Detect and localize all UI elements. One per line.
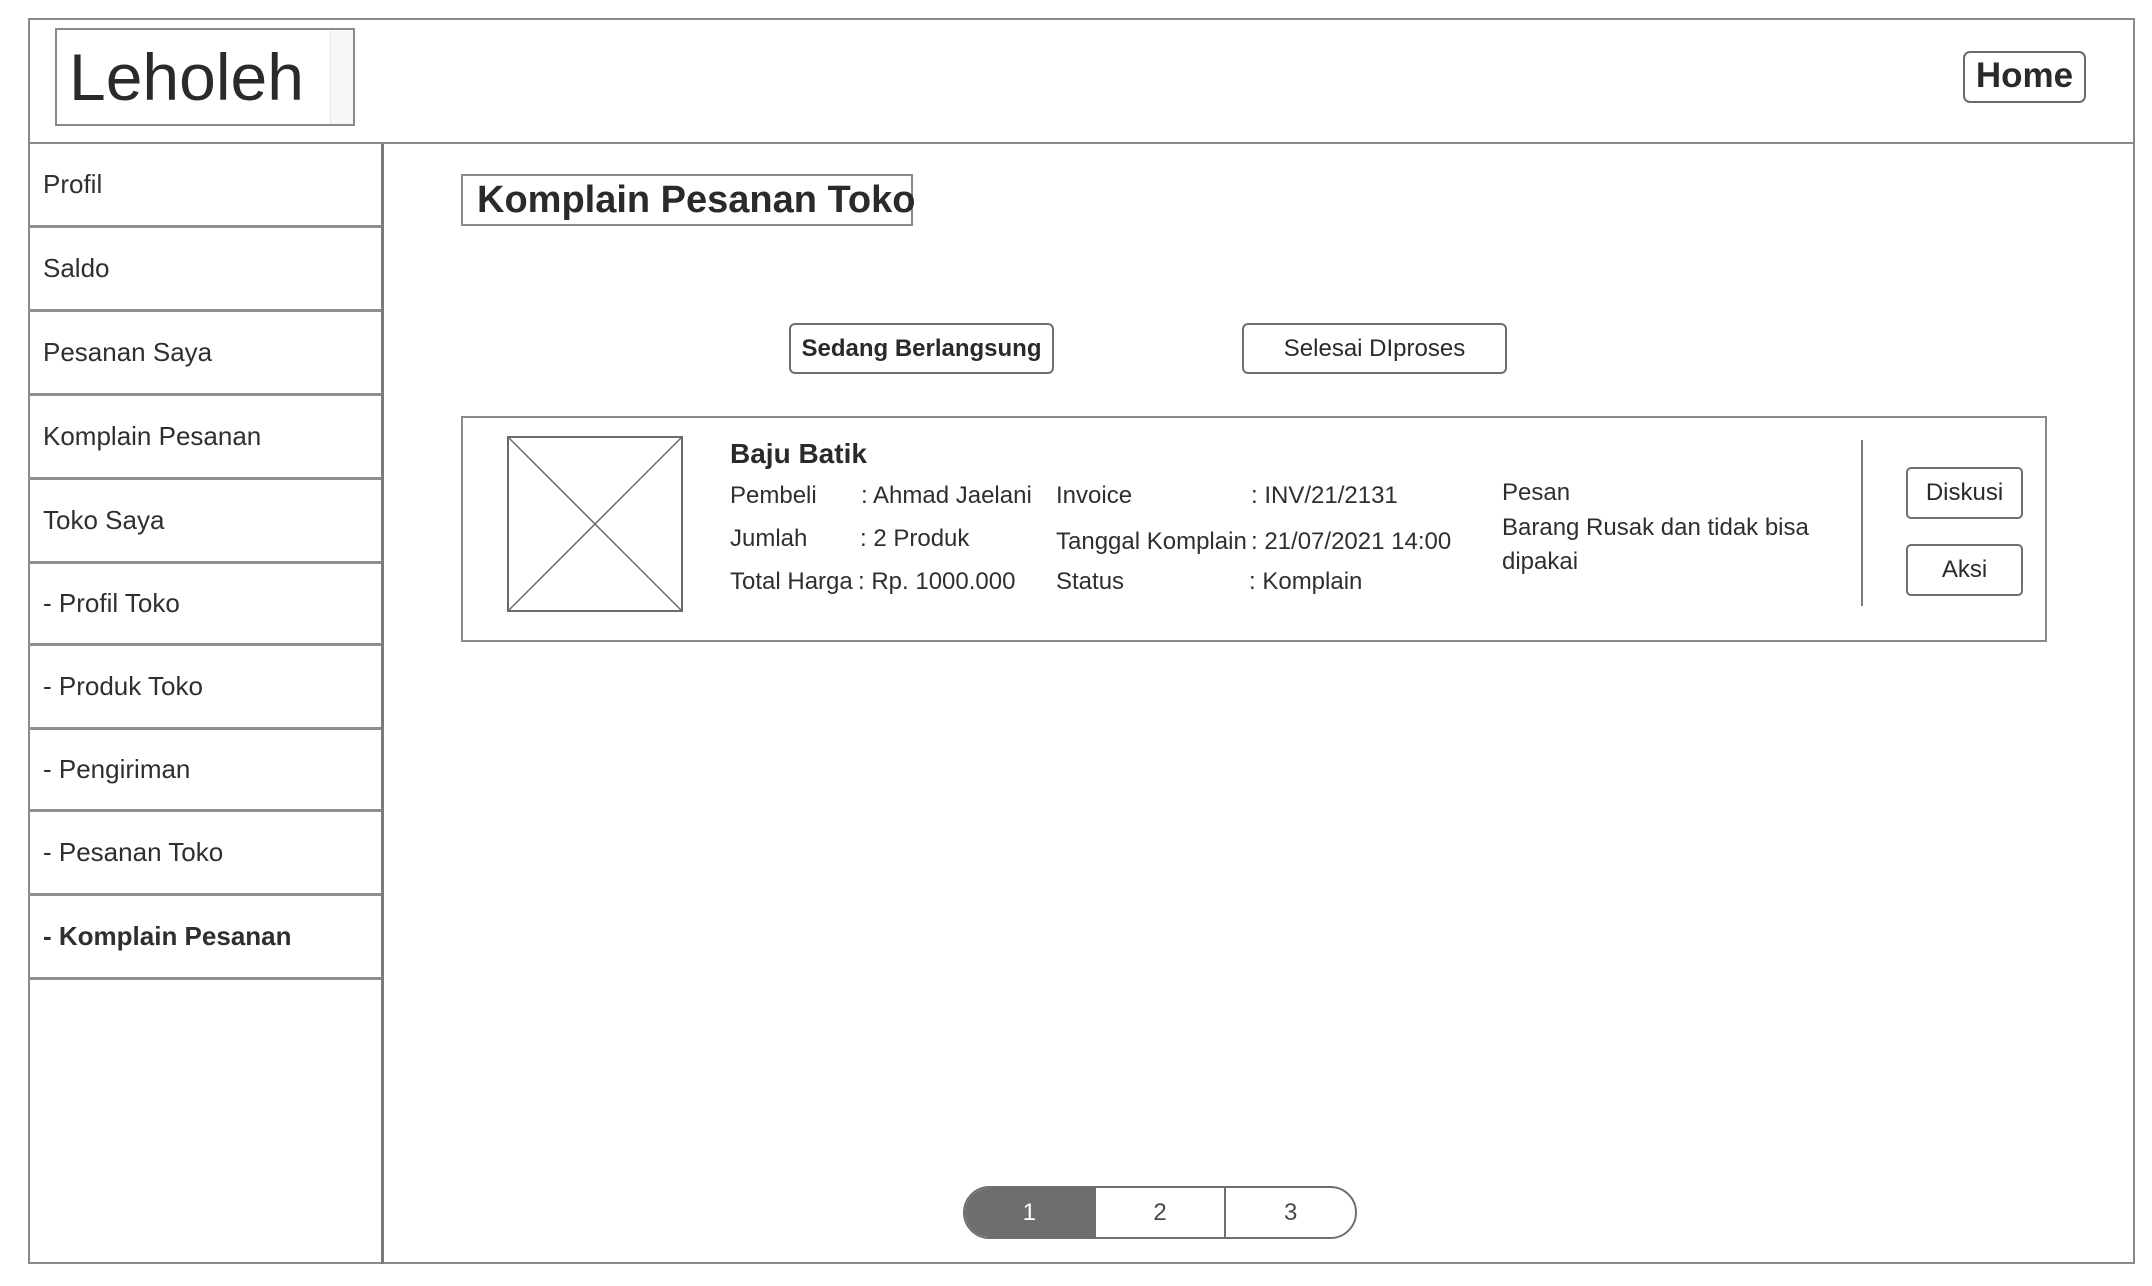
sidebar-item-label: - Profil Toko bbox=[43, 588, 180, 618]
sidebar-item-pengiriman[interactable]: - Pengiriman bbox=[28, 730, 381, 812]
complaint-card: Baju Batik Pembeli : Ahmad Jaelani Jumla… bbox=[461, 416, 2047, 642]
sidebar-item-komplain-pesanan[interactable]: Komplain Pesanan bbox=[28, 396, 381, 480]
complaint-date-value: : 21/07/2021 14:00 bbox=[1251, 528, 1452, 555]
buyer-label: Pembeli bbox=[730, 482, 817, 509]
page-1-button[interactable]: 1 bbox=[965, 1188, 1094, 1237]
total-price-value: : Rp. 1000.000 bbox=[858, 568, 1016, 595]
logo[interactable]: Leholeh bbox=[55, 28, 355, 126]
discuss-button[interactable]: Diskusi bbox=[1906, 467, 2023, 519]
product-image-placeholder bbox=[507, 436, 683, 612]
sidebar-item-komplain-pesanan-toko[interactable]: - Komplain Pesanan bbox=[28, 896, 381, 980]
sidebar-item-saldo[interactable]: Saldo bbox=[28, 228, 381, 312]
message-text-line2: dipakai bbox=[1502, 548, 1579, 575]
status-label: Status bbox=[1056, 568, 1125, 595]
sidebar-item-pesanan-saya[interactable]: Pesanan Saya bbox=[28, 312, 381, 396]
sidebar-item-label: Pesanan Saya bbox=[43, 337, 213, 367]
buyer-value: : Ahmad Jaelani bbox=[861, 482, 1032, 509]
sidebar-item-label: - Pesanan Toko bbox=[43, 837, 224, 867]
invoice-label: Invoice bbox=[1056, 482, 1133, 509]
sidebar-item-label: Saldo bbox=[43, 253, 110, 283]
sidebar-item-label: Komplain Pesanan bbox=[43, 421, 262, 451]
tab-selesai-diproses[interactable]: Selesai DIproses bbox=[1242, 323, 1507, 374]
sidebar-item-label: Toko Saya bbox=[43, 505, 165, 535]
tab-sedang-berlangsung[interactable]: Sedang Berlangsung bbox=[789, 323, 1054, 374]
message-label: Pesan bbox=[1502, 479, 1571, 506]
sidebar-item-pesanan-toko[interactable]: - Pesanan Toko bbox=[28, 812, 381, 896]
pagination: 1 2 3 bbox=[963, 1186, 1357, 1239]
quantity-label: Jumlah bbox=[730, 525, 808, 552]
action-button[interactable]: Aksi bbox=[1906, 544, 2023, 596]
home-button[interactable]: Home bbox=[1963, 51, 2086, 103]
image-placeholder-icon bbox=[509, 438, 681, 610]
page-3-button[interactable]: 3 bbox=[1224, 1188, 1355, 1237]
sidebar: Profil Saldo Pesanan Saya Komplain Pesan… bbox=[28, 144, 384, 1264]
sidebar-item-label: - Produk Toko bbox=[43, 671, 203, 701]
sidebar-item-label: Profil bbox=[43, 169, 103, 199]
page-title: Komplain Pesanan Toko bbox=[461, 174, 915, 226]
invoice-value: : INV/21/2131 bbox=[1251, 482, 1398, 509]
sidebar-item-profil-toko[interactable]: - Profil Toko bbox=[28, 564, 381, 646]
sidebar-item-toko-saya[interactable]: Toko Saya bbox=[28, 480, 381, 564]
product-name: Baju Batik bbox=[730, 438, 867, 469]
total-price-label: Total Harga bbox=[730, 568, 853, 595]
sidebar-item-profil[interactable]: Profil bbox=[28, 144, 381, 228]
logo-strip bbox=[330, 30, 353, 124]
quantity-value: : 2 Produk bbox=[860, 525, 970, 552]
sidebar-item-label: - Komplain Pesanan bbox=[43, 921, 292, 951]
sidebar-item-label: - Pengiriman bbox=[43, 754, 191, 784]
logo-text: Leholeh bbox=[69, 40, 304, 114]
complaint-date-label: Tanggal Komplain bbox=[1056, 528, 1247, 555]
message-text-line1: Barang Rusak dan tidak bisa bbox=[1502, 514, 1809, 541]
page-2-button[interactable]: 2 bbox=[1093, 1188, 1225, 1237]
card-divider bbox=[1861, 440, 1863, 606]
sidebar-item-produk-toko[interactable]: - Produk Toko bbox=[28, 646, 381, 730]
status-value: : Komplain bbox=[1249, 568, 1363, 595]
